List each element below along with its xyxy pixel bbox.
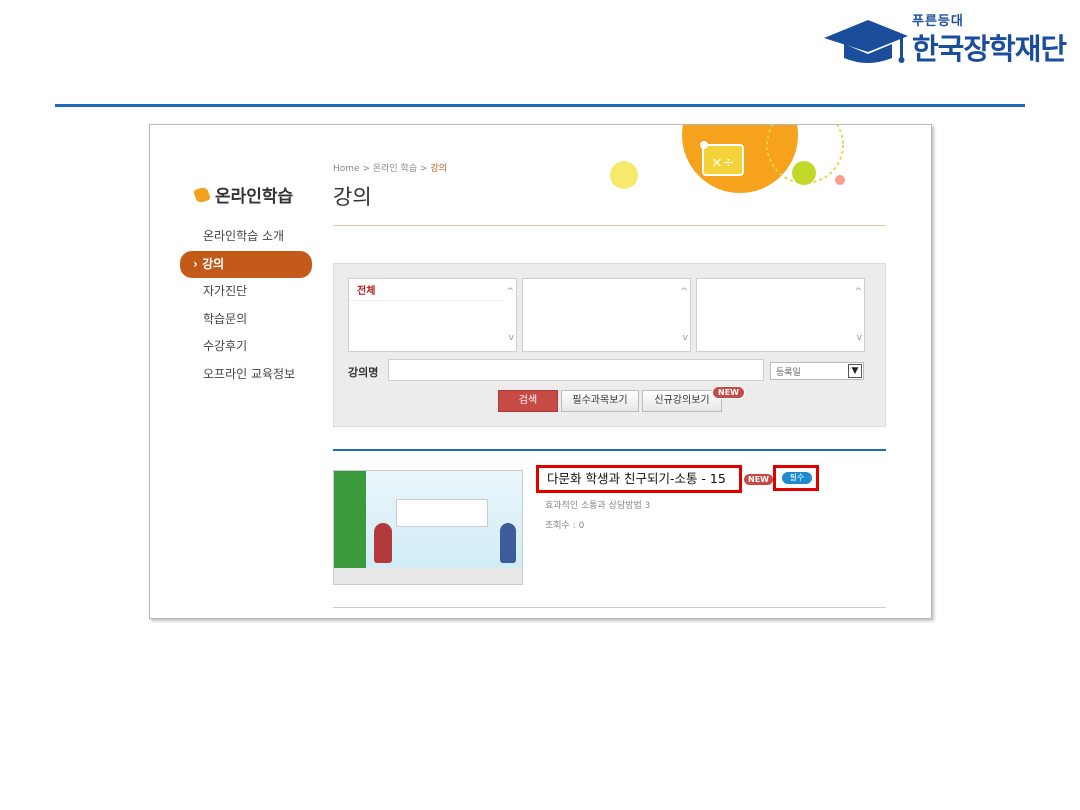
scroll-down-icon[interactable]: v [509, 333, 514, 343]
boy-character-image [500, 523, 516, 563]
girl-character-image [374, 523, 392, 563]
breadcrumb-current: 강의 [430, 164, 447, 174]
graduation-cap-icon [824, 20, 908, 63]
required-badge-highlight: 필수 [773, 465, 819, 491]
breadcrumb-path[interactable]: Home > 온라인 학습 > [333, 164, 430, 174]
scroll-up-icon[interactable]: ^ [680, 287, 688, 297]
scroll-up-icon[interactable]: ^ [506, 287, 514, 297]
required-courses-button[interactable]: 필수과목보기 [561, 390, 639, 412]
course-views: 조회수 : 0 [545, 521, 585, 531]
keyword-label: 강의명 [348, 366, 379, 379]
course-subtitle: 효과적인 소통과 상담방법 3 [545, 501, 651, 511]
required-badge: 필수 [782, 472, 812, 484]
category-listbox-2[interactable]: ^ v [522, 278, 691, 352]
scroll-up-icon[interactable]: ^ [854, 287, 862, 297]
sort-select[interactable]: 등록일 ▼ [770, 362, 864, 380]
search-button[interactable]: 검색 [498, 390, 558, 412]
page-title: 강의 [333, 185, 372, 209]
sidebar-item-offline-info[interactable]: 오프라인 교육정보 [180, 361, 312, 389]
course-new-badge: NEW [744, 474, 773, 485]
kosaf-logo: 푸른등대 한국장학재단 [822, 6, 1072, 72]
chevron-down-icon[interactable]: ▼ [848, 364, 862, 378]
course-thumbnail[interactable] [333, 470, 523, 585]
category-option-all[interactable]: 전체 [349, 279, 504, 301]
header-illustration: ×÷ [610, 125, 845, 193]
leaf-icon [193, 185, 211, 204]
title-divider [333, 225, 886, 226]
category-listbox-1[interactable]: 전체 ^ v [348, 278, 517, 352]
sidebar-item-intro[interactable]: 온라인학습 소개 [180, 223, 312, 251]
results-top-line [333, 449, 886, 451]
new-badge: NEW [712, 386, 745, 399]
category-listbox-3[interactable]: ^ v [696, 278, 865, 352]
search-panel: 전체 ^ v ^ v ^ v 강의명 등록일 ▼ 검색 필수과목보기 신규강의보… [333, 263, 886, 427]
sidebar-title: 온라인학습 [193, 182, 293, 207]
sidebar-item-inquiry[interactable]: 학습문의 [180, 306, 312, 334]
sort-value: 등록일 [776, 368, 801, 378]
scroll-down-icon[interactable]: v [857, 333, 862, 343]
sidebar-menu: 온라인학습 소개 › 강의 자가진단 학습문의 수강후기 오프라인 교육정보 [180, 223, 312, 388]
course-title-link[interactable]: 다문화 학생과 친구되기-소통 - 15 [536, 465, 742, 493]
svg-text:×÷: ×÷ [711, 155, 734, 171]
scroll-down-icon[interactable]: v [683, 333, 688, 343]
sidebar-item-lecture[interactable]: › 강의 [180, 250, 312, 278]
keyword-input[interactable] [388, 359, 764, 381]
screenshot-frame: ×÷ 온라인학습 온라인학습 소개 › 강의 자가진단 학습문의 수강후기 오프… [149, 124, 932, 619]
slide-divider [55, 104, 1025, 107]
new-courses-button[interactable]: 신규강의보기 [642, 390, 722, 412]
breadcrumb: Home > 온라인 학습 > 강의 [333, 161, 447, 174]
sidebar-item-reviews[interactable]: 수강후기 [180, 333, 312, 361]
brand-name: 한국장학재단 [912, 32, 1067, 66]
sidebar-item-self-diagnosis[interactable]: 자가진단 [180, 278, 312, 306]
results-bottom-line [333, 607, 886, 608]
